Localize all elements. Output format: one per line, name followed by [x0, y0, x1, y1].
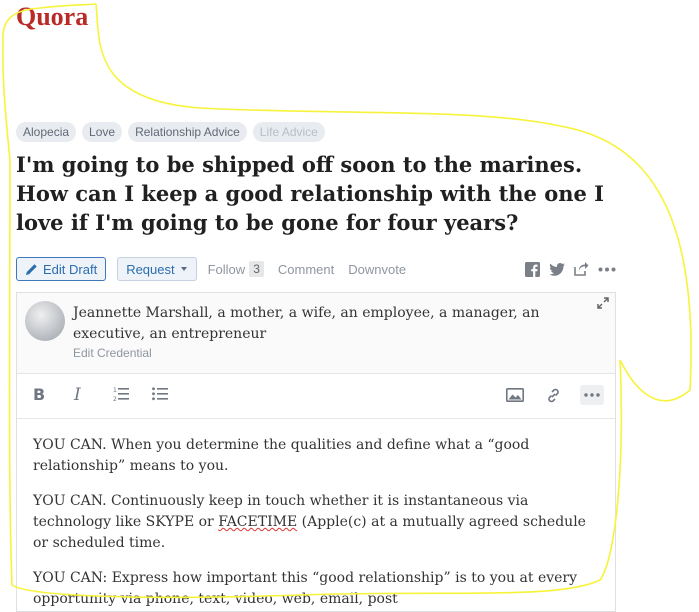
bulleted-list-icon[interactable] [152, 386, 168, 402]
follow-count: 3 [249, 261, 264, 277]
question-action-bar: Edit Draft Request Follow 3 Comment Down… [16, 255, 616, 283]
twitter-icon[interactable] [549, 262, 565, 276]
pencil-icon [26, 263, 37, 275]
svg-text:B: B [33, 386, 45, 402]
link-icon[interactable] [546, 388, 561, 403]
more-options-icon[interactable] [598, 267, 616, 272]
misspelled-word[interactable]: FACETIME [218, 514, 297, 530]
caret-down-icon [180, 267, 187, 271]
more-formatting-button[interactable] [580, 385, 604, 405]
topic-tag[interactable]: Love [82, 122, 123, 142]
edit-draft-label: Edit Draft [43, 261, 98, 277]
more-options-icon [584, 393, 600, 397]
svg-text:I: I [73, 386, 81, 402]
answer-paragraph: YOU CAN. When you determine the qualitie… [33, 437, 530, 474]
topic-tag[interactable]: Life Advice [252, 122, 325, 142]
author-name: Jeannette Marshall, a mother, a wife, an… [73, 305, 540, 342]
svg-text:2: 2 [113, 396, 117, 402]
share-icon[interactable] [574, 262, 589, 276]
edit-credential-link[interactable]: Edit Credential [73, 346, 152, 360]
request-label: Request [126, 261, 175, 277]
follow-label: Follow [207, 261, 246, 277]
topic-list: Alopecia Love Relationship Advice Life A… [16, 122, 325, 142]
question-title[interactable]: I'm going to be shipped off soon to the … [16, 150, 626, 237]
answer-paragraph: YOU CAN. Continuously keep in touch whet… [33, 491, 599, 554]
answer-editor: Jeannette Marshall, a mother, a wife, an… [16, 292, 616, 612]
topic-tag[interactable]: Relationship Advice [128, 122, 247, 142]
italic-icon[interactable]: I [73, 386, 87, 402]
answer-paragraph: YOU CAN: Express how important this “goo… [33, 570, 578, 607]
edit-draft-button[interactable]: Edit Draft [16, 257, 107, 281]
image-icon[interactable] [506, 388, 524, 402]
bold-icon[interactable]: B [33, 386, 47, 402]
follow-button[interactable]: Follow 3 [208, 261, 264, 277]
comment-button[interactable]: Comment [278, 262, 334, 277]
topic-tag[interactable]: Alopecia [16, 122, 77, 142]
editor-toolbar: B I 1 2 [17, 374, 615, 419]
share-group [525, 261, 616, 277]
numbered-list-icon[interactable]: 1 2 [113, 386, 129, 402]
avatar [25, 301, 65, 341]
svg-text:1: 1 [113, 387, 117, 394]
quora-logo[interactable]: Quora [16, 2, 88, 32]
author-header: Jeannette Marshall, a mother, a wife, an… [17, 293, 615, 374]
downvote-button[interactable]: Downvote [348, 262, 406, 277]
answer-body[interactable]: YOU CAN. When you determine the qualitie… [17, 419, 615, 610]
expand-icon[interactable] [597, 297, 609, 309]
facebook-icon[interactable] [525, 261, 540, 277]
request-button[interactable]: Request [117, 257, 197, 281]
